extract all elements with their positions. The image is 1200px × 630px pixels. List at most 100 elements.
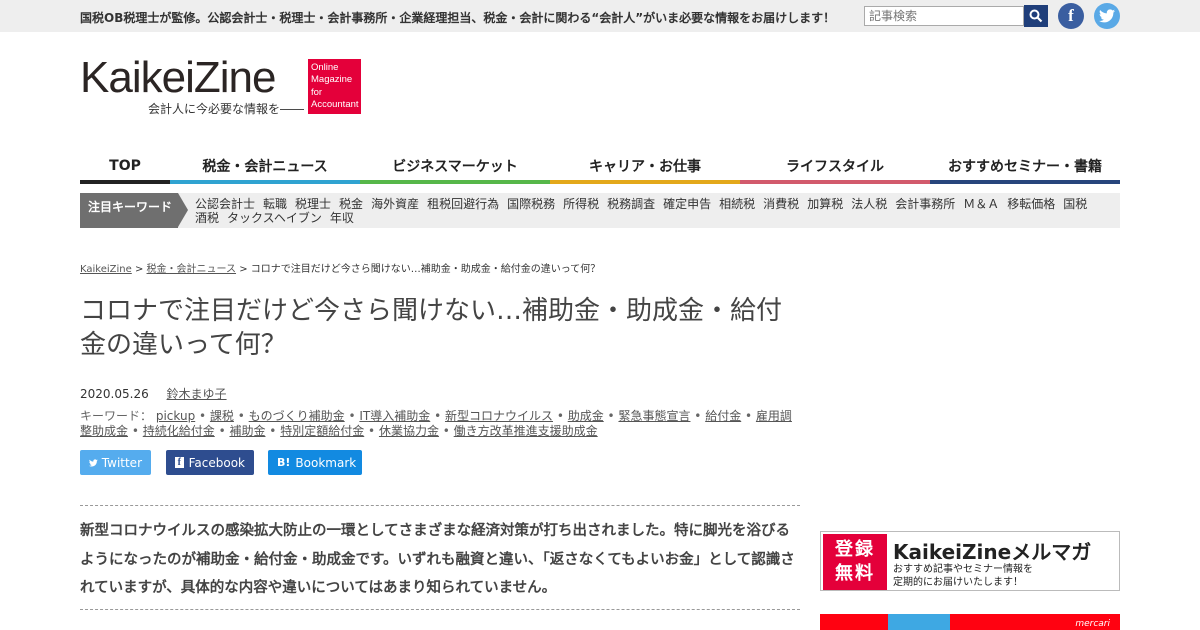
keyword-link[interactable]: 転職: [263, 197, 287, 211]
share-twitter-button[interactable]: Twitter: [80, 450, 151, 475]
keyword-link[interactable]: 酒税: [195, 211, 219, 225]
share-twitter-label: Twitter: [101, 455, 142, 470]
breadcrumb-home[interactable]: KaikeiZine: [80, 264, 132, 275]
nav-item-top[interactable]: TOP: [80, 148, 170, 184]
keyword-separator: •: [741, 409, 756, 423]
article-keyword-link[interactable]: 補助金: [229, 424, 265, 438]
keyword-link[interactable]: 会計事務所: [895, 197, 955, 211]
main-nav: TOP 税金・会計ニュース ビジネスマーケット キャリア・お仕事 ライフスタイル…: [80, 148, 1120, 184]
logo-badge-line: Magazine: [311, 74, 353, 86]
nav-label: ライフスタイル: [786, 159, 884, 175]
keyword-separator: •: [265, 424, 281, 438]
article-keyword-link[interactable]: 緊急事態宣言: [618, 409, 690, 423]
article-keyword-link[interactable]: 助成金: [568, 409, 604, 423]
facebook-icon[interactable]: f: [1058, 3, 1084, 29]
article-keyword-link[interactable]: IT導入補助金: [359, 409, 430, 423]
twitter-icon: [89, 458, 98, 467]
keyword-link[interactable]: 国税: [1063, 197, 1087, 211]
sidebar-ad-banner[interactable]: mercari: [820, 614, 1120, 630]
mailmag-subtitle: おすすめ記事やセミナー情報を 定期的にお届けいたします！: [893, 563, 1033, 589]
keyword-separator: •: [128, 424, 143, 438]
keyword-separator: •: [553, 409, 568, 423]
article-keyword-link[interactable]: 特別定額給付金: [280, 424, 364, 438]
keyword-link[interactable]: 加算税: [807, 197, 843, 211]
share-facebook-button[interactable]: f Facebook: [166, 450, 254, 475]
nav-underline: [360, 180, 550, 184]
ad-brand-text: mercari: [1075, 619, 1110, 629]
keyword-separator: •: [690, 409, 706, 423]
mailmag-banner[interactable]: 登録 無料 KaikeiZineメルマガ おすすめ記事やセミナー情報を 定期的に…: [820, 531, 1120, 591]
keyword-link[interactable]: 年収: [330, 211, 354, 225]
nav-label: 税金・会計ニュース: [202, 159, 328, 175]
search-button[interactable]: [1024, 5, 1048, 27]
twitter-icon[interactable]: [1094, 3, 1120, 29]
keyword-separator: •: [603, 409, 619, 423]
logo-badge-line: Accountant: [311, 99, 359, 111]
nav-label: おすすめセミナー・書籍: [948, 159, 1102, 175]
keyword-separator: •: [195, 409, 210, 423]
keyword-link[interactable]: タックスヘイブン: [227, 211, 322, 225]
keyword-link[interactable]: 所得税: [563, 197, 599, 211]
mailmag-title: KaikeiZineメルマガ: [893, 540, 1092, 564]
keyword-link[interactable]: Ｍ＆Ａ: [963, 197, 999, 211]
nav-underline: [740, 180, 930, 184]
article-keyword-link[interactable]: 休業協力金: [379, 424, 439, 438]
article-keyword-link[interactable]: 給付金: [705, 409, 741, 423]
article-keyword-link[interactable]: 新型コロナウイルス: [445, 409, 553, 423]
facebook-glyph: f: [1068, 6, 1074, 25]
keyword-link[interactable]: 税理士: [295, 197, 331, 211]
breadcrumb: KaikeiZine > 税金・会計ニュース > コロナで注目だけど今さら聞けな…: [80, 260, 600, 275]
article-keywords: キーワード： pickup • 課税 • ものづくり補助金 • IT導入補助金 …: [80, 409, 800, 439]
article-keyword-link[interactable]: 持続化給付金: [143, 424, 215, 438]
article-lead: 新型コロナウイルスの感染拡大防止の一環としてさまざまな経済対策が打ち出されました…: [80, 505, 800, 610]
keyword-separator: •: [233, 409, 249, 423]
breadcrumb-category[interactable]: 税金・会計ニュース: [147, 264, 237, 275]
keyword-link[interactable]: 税務調査: [607, 197, 655, 211]
keyword-bar-label: 注目キーワード: [80, 193, 188, 228]
nav-underline: [80, 180, 170, 184]
nav-item-tax-news[interactable]: 税金・会計ニュース: [170, 148, 360, 184]
article-title: コロナで注目だけど今さら聞けない…補助金・助成金・給付金の違いって何？: [80, 296, 783, 360]
keyword-separator: •: [364, 424, 379, 438]
nav-item-career[interactable]: キャリア・お仕事: [550, 148, 740, 184]
logo-badge-line: Online: [311, 62, 339, 73]
mailmag-free-badge: 登録 無料: [823, 534, 887, 590]
article-keyword-link[interactable]: 課税: [210, 409, 234, 423]
site-tagline: 国税OB税理士が監修。公認会計士・税理士・会計事務所・企業経理担当、税金・会計に…: [80, 11, 836, 25]
share-hatena-button[interactable]: B! Bookmark: [268, 450, 362, 475]
keyword-separator: •: [438, 424, 454, 438]
breadcrumb-separator: >: [236, 264, 251, 275]
nav-item-seminar-books[interactable]: おすすめセミナー・書籍: [930, 148, 1120, 184]
search-input[interactable]: [864, 6, 1024, 26]
keyword-link[interactable]: 移転価格: [1007, 197, 1055, 211]
article-keyword-link[interactable]: ものづくり補助金: [249, 409, 345, 423]
keyword-link[interactable]: 確定申告: [663, 197, 711, 211]
logo-badge-line: for: [311, 86, 323, 98]
article-meta: 2020.05.26 鈴木まゆ子: [80, 385, 227, 402]
keyword-link[interactable]: 相続税: [719, 197, 755, 211]
article-keyword-link[interactable]: pickup: [156, 409, 195, 423]
keyword-link[interactable]: 税金: [339, 197, 363, 211]
keyword-link[interactable]: 海外資産: [371, 197, 419, 211]
share-facebook-label: Facebook: [188, 455, 245, 470]
mailmag-subtitle-line: 定期的にお届けいたします！: [893, 577, 1023, 588]
keyword-link[interactable]: 国際税務: [507, 197, 555, 211]
site-logo[interactable]: KaikeiZine 会計人に今必要な情報を―― Online Magazine…: [80, 53, 361, 116]
article-date: 2020.05.26: [80, 387, 149, 401]
article-author[interactable]: 鈴木まゆ子: [167, 387, 227, 401]
article-keyword-link[interactable]: 働き方改革推進支援助成金: [454, 424, 598, 438]
ad-blue-block: [888, 614, 950, 630]
keyword-separator: •: [344, 409, 360, 423]
nav-item-business-market[interactable]: ビジネスマーケット: [360, 148, 550, 184]
mailmag-subtitle-line: おすすめ記事やセミナー情報を: [893, 564, 1033, 575]
nav-underline: [930, 180, 1120, 184]
nav-item-lifestyle[interactable]: ライフスタイル: [740, 148, 930, 184]
logo-wordmark: KaikeiZine: [80, 53, 276, 102]
keyword-link[interactable]: 租税回避行為: [427, 197, 499, 211]
facebook-square-icon: f: [175, 457, 184, 468]
keyword-link[interactable]: 公認会計士: [195, 197, 255, 211]
keyword-link[interactable]: 消費税: [763, 197, 799, 211]
hatena-bookmark-icon: B!: [277, 456, 291, 469]
keyword-link[interactable]: 法人税: [851, 197, 887, 211]
twitter-bird-icon: [1099, 9, 1115, 23]
